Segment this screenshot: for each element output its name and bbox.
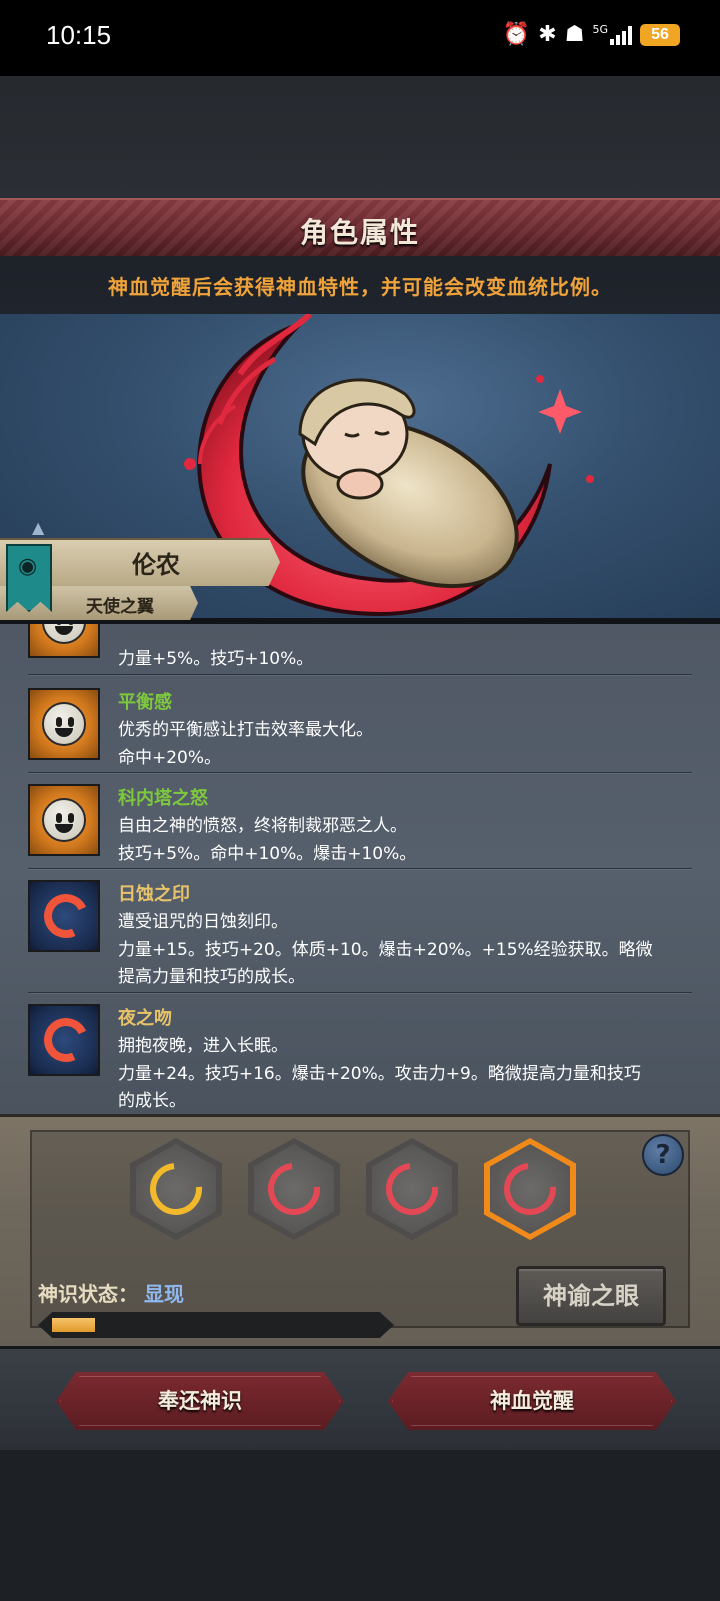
trait-effect: 力量+24。技巧+16。爆击+20%。攻击力+9。略微提高力量和技巧	[118, 1064, 641, 1084]
rank-icon: ▲	[32, 518, 45, 537]
divider	[28, 868, 692, 869]
alarm-icon: ⏰	[502, 22, 531, 47]
status-value: 显现	[144, 1282, 184, 1306]
title-bar: 角色属性	[0, 198, 720, 256]
network-type: 5G	[592, 22, 608, 36]
trait-name: 日蚀之印	[118, 884, 190, 905]
bluetooth-icon: ✱	[538, 22, 557, 47]
trait-list[interactable]: 力量+5%。技巧+10%。 平衡感 优秀的平衡感让打击效率最大化。 命中+20%…	[0, 624, 720, 1114]
page-title: 角色属性	[299, 216, 420, 249]
sun-face-icon	[28, 688, 100, 760]
status-icons: ⏰ ✱ ☗ 5G 56	[503, 22, 680, 47]
oracle-eye-button[interactable]: 神谕之眼	[516, 1266, 666, 1326]
trait-description: 优秀的平衡感让打击效率最大化。	[118, 720, 373, 740]
status-time: 10:15	[46, 20, 112, 50]
divider	[28, 772, 692, 773]
notice-text: 神血觉醒后会获得神血特性，并可能会改变血统比例。	[108, 275, 612, 299]
battery-icon: 56	[640, 23, 680, 46]
help-button[interactable]: ?	[642, 1134, 684, 1176]
sun-face-icon	[28, 784, 100, 856]
character-subtitle: 天使之翼	[86, 597, 154, 617]
divine-progress-bar	[38, 1312, 394, 1338]
trait-effect: 命中+20%。	[118, 748, 222, 768]
trait-effect: 技巧+5%。命中+10%。爆击+10%。	[118, 844, 417, 864]
crescent-moon-icon	[28, 880, 100, 952]
progress-fill	[52, 1318, 95, 1332]
crescent-moon-icon	[28, 1004, 100, 1076]
trait-effect: 力量+15。技巧+20。体质+10。爆击+20%。+15%经验获取。略微	[118, 940, 653, 960]
wifi-icon: ☗	[564, 22, 585, 47]
return-divinity-button[interactable]: 奉还神识	[56, 1372, 344, 1430]
status-bar: 10:15 ⏰ ✱ ☗ 5G 56	[0, 0, 720, 76]
trait-effect-cont: 提高力量和技巧的成长。	[118, 967, 305, 987]
trait-name: 夜之吻	[118, 1008, 172, 1029]
signal-icon	[610, 25, 632, 45]
trait-name: 科内塔之怒	[118, 788, 208, 809]
bottom-area	[0, 1450, 720, 1601]
blood-awaken-button[interactable]: 神血觉醒	[388, 1372, 676, 1430]
sun-face-icon	[28, 624, 100, 658]
notice-bar: 神血觉醒后会获得神血特性，并可能会改变血统比例。	[0, 256, 720, 314]
eye-emblem-icon: ◉	[18, 554, 38, 579]
divider	[28, 674, 692, 675]
trait-effect: 力量+5%。技巧+10%。	[118, 649, 314, 669]
trait-effect-cont: 的成长。	[118, 1091, 186, 1111]
trait-description: 遭受诅咒的日蚀刻印。	[118, 912, 288, 932]
trait-description: 拥抱夜晚，进入长眠。	[118, 1036, 288, 1056]
trait-description: 自由之神的愤怒，终将制裁邪恶之人。	[118, 816, 407, 836]
trait-name: 平衡感	[118, 692, 172, 713]
status-label: 神识状态：	[38, 1282, 138, 1306]
character-name: 伦农	[132, 551, 180, 579]
game-screen: 角色属性 神血觉醒后会获得神血特性，并可能会改变血统比例。 ▲ ◉ 伦农 天使之…	[0, 76, 720, 1601]
divider	[28, 992, 692, 993]
